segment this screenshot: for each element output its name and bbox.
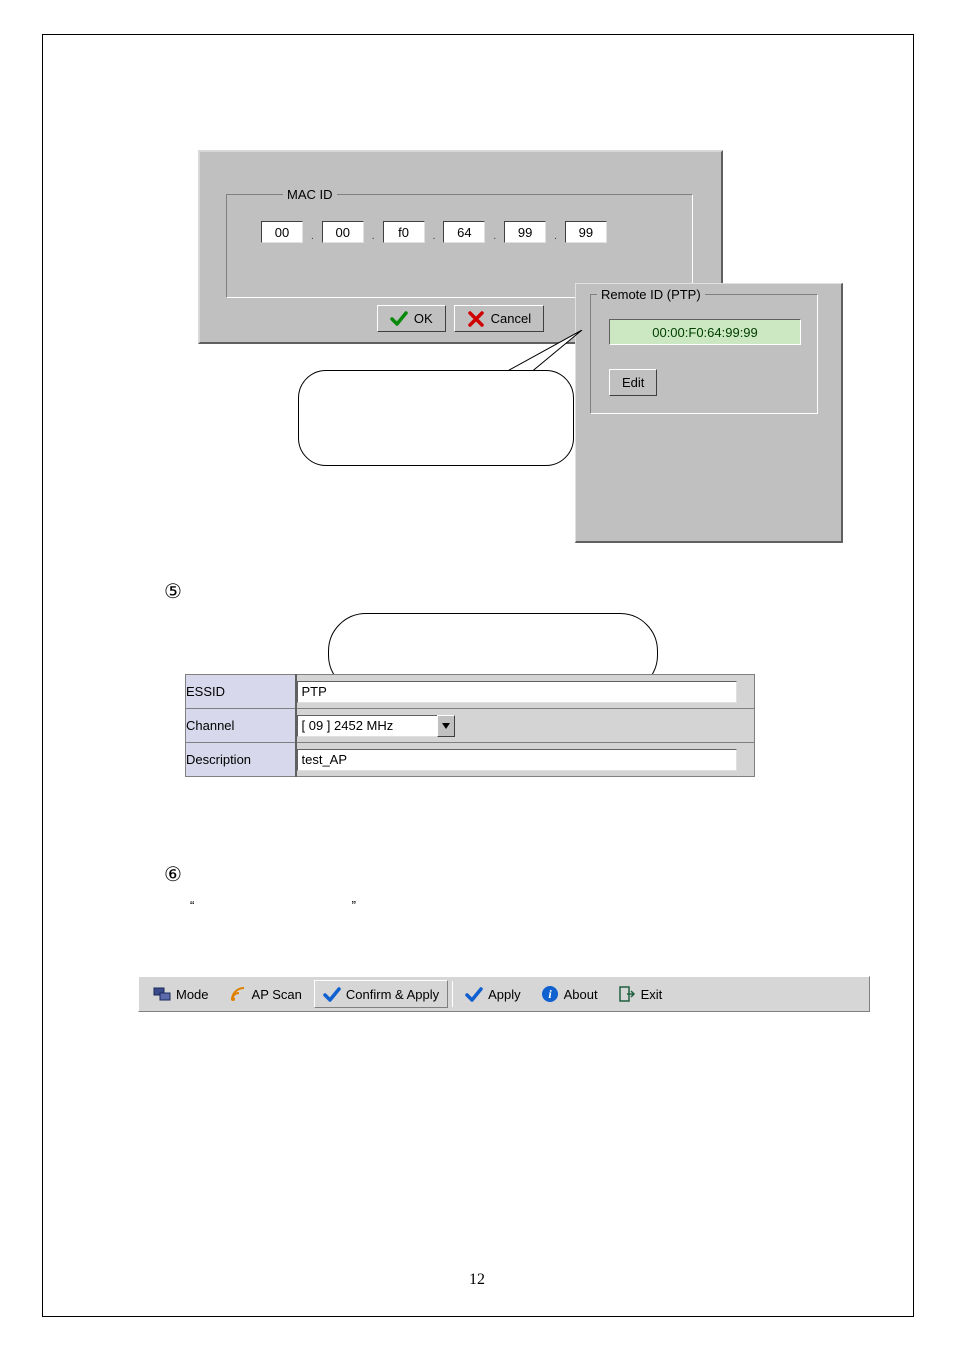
apply-button[interactable]: Apply [457, 980, 529, 1008]
mode-button[interactable]: Mode [145, 980, 217, 1008]
check-icon [465, 985, 483, 1003]
table-row: ESSID [186, 675, 755, 709]
settings-table: ESSID Channel [ 09 ] 2452 MHz Descriptio… [185, 674, 755, 777]
channel-label: Channel [186, 709, 296, 743]
remote-id-panel: Remote ID (PTP) 00:00:F0:64:99:99 Edit [575, 283, 843, 543]
table-row: Description [186, 743, 755, 777]
remote-id-value: 00:00:F0:64:99:99 [609, 319, 801, 345]
channel-value: [ 09 ] 2452 MHz [297, 715, 437, 737]
chevron-down-icon [442, 723, 450, 729]
mac-separator: . [433, 231, 436, 242]
exit-label: Exit [641, 987, 663, 1002]
about-label: About [564, 987, 598, 1002]
mac-field-4[interactable] [443, 221, 485, 243]
mac-separator: . [493, 231, 496, 242]
check-icon [323, 985, 341, 1003]
mac-field-5[interactable] [504, 221, 546, 243]
mac-field-1[interactable] [261, 221, 303, 243]
info-icon: i [541, 985, 559, 1003]
channel-select[interactable]: [ 09 ] 2452 MHz [297, 715, 455, 737]
apply-label: Apply [488, 987, 521, 1002]
channel-cell: [ 09 ] 2452 MHz [296, 709, 755, 743]
essid-input[interactable] [297, 681, 737, 703]
about-button[interactable]: i About [533, 980, 606, 1008]
mac-id-fields: . . . . . [261, 221, 607, 243]
cancel-icon [467, 310, 485, 328]
mac-separator: . [372, 231, 375, 242]
mac-field-6[interactable] [565, 221, 607, 243]
description-label: Description [186, 743, 296, 777]
mac-separator: . [311, 231, 314, 242]
exit-button[interactable]: Exit [610, 980, 671, 1008]
remote-id-legend: Remote ID (PTP) [597, 287, 705, 302]
step-marker-6: ⑥ [164, 862, 182, 887]
description-cell [296, 743, 755, 777]
scan-icon [229, 985, 247, 1003]
cancel-label: Cancel [491, 311, 531, 326]
close-quote: ” [352, 898, 356, 913]
confirm-apply-button[interactable]: Confirm & Apply [314, 980, 448, 1008]
exit-icon [618, 985, 636, 1003]
ok-button[interactable]: OK [377, 305, 446, 332]
remote-id-groupbox: Remote ID (PTP) 00:00:F0:64:99:99 Edit [590, 294, 818, 414]
mode-icon [153, 985, 171, 1003]
toolbar-separator [452, 981, 453, 1007]
mode-label: Mode [176, 987, 209, 1002]
page-number: 12 [0, 1271, 954, 1289]
apscan-button[interactable]: AP Scan [221, 980, 310, 1008]
description-input[interactable] [297, 749, 737, 771]
toolbar: Mode AP Scan Confirm & Apply Apply i Abo… [138, 976, 870, 1012]
edit-button[interactable]: Edit [609, 369, 657, 396]
ok-label: OK [414, 311, 433, 326]
open-quote: “ [190, 898, 194, 913]
step-marker-5: ⑤ [164, 579, 182, 604]
mac-field-2[interactable] [322, 221, 364, 243]
mac-separator: . [554, 231, 557, 242]
mac-field-3[interactable] [383, 221, 425, 243]
quote-row: “ ” [190, 898, 356, 913]
check-icon [390, 310, 408, 328]
cancel-button[interactable]: Cancel [454, 305, 544, 332]
callout-bubble-1 [298, 370, 574, 466]
apscan-label: AP Scan [252, 987, 302, 1002]
confirm-apply-label: Confirm & Apply [346, 987, 439, 1002]
essid-label: ESSID [186, 675, 296, 709]
edit-label: Edit [622, 375, 644, 390]
essid-cell [296, 675, 755, 709]
dropdown-button[interactable] [437, 715, 455, 737]
mac-id-label: MAC ID [283, 187, 337, 202]
table-row: Channel [ 09 ] 2452 MHz [186, 709, 755, 743]
